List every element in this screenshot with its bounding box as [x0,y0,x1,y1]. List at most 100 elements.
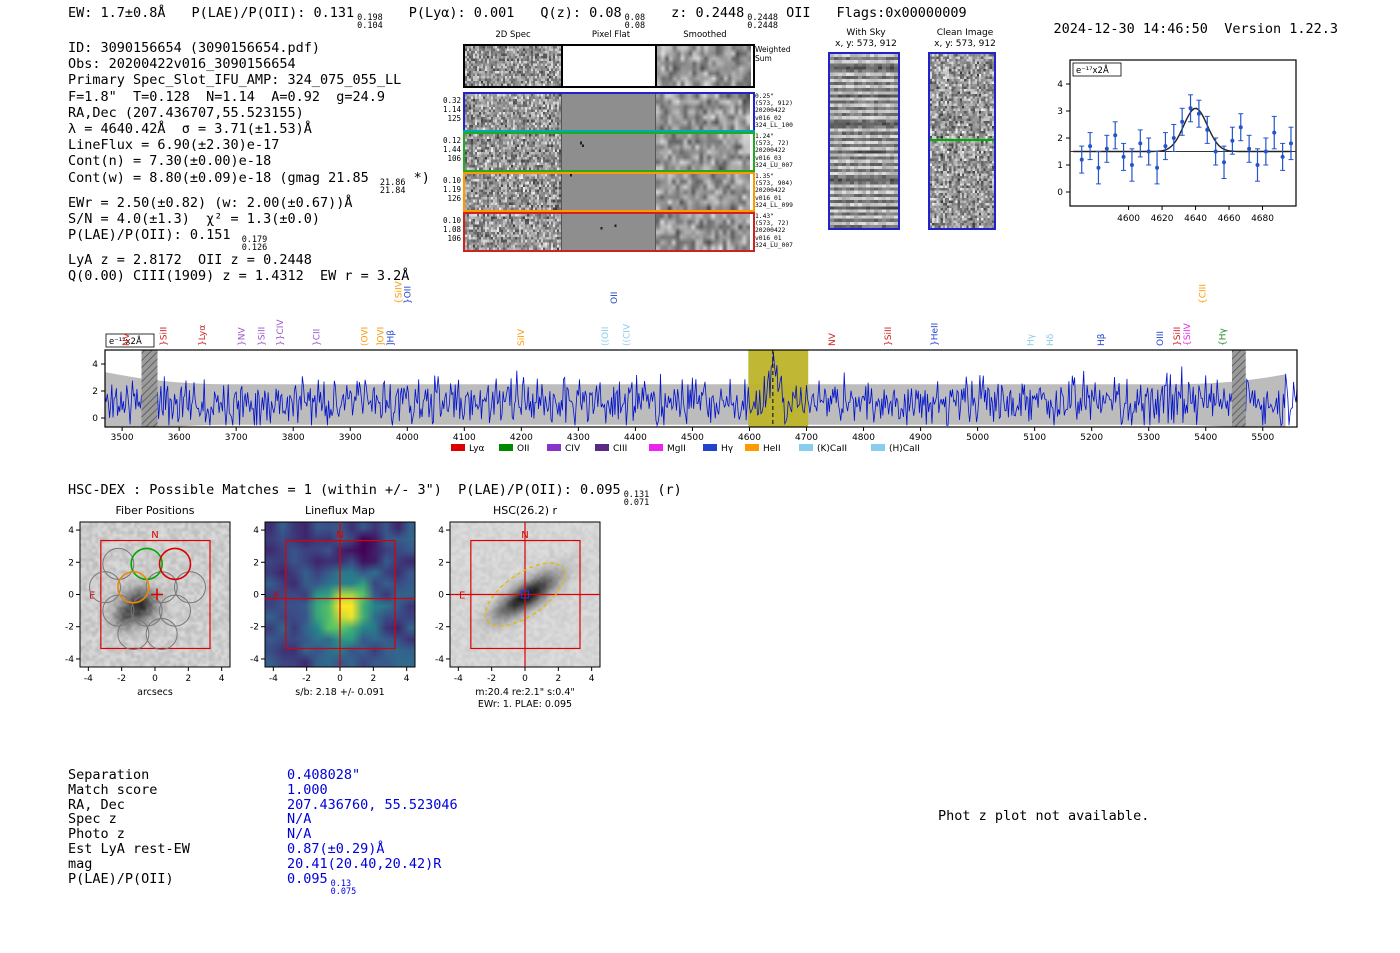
y-tick-label: -2 [435,623,444,633]
lineflux-map-cutout: Lineflux Map -4 -4 -2 -2 0 0 2 2 4 4 N Es/b: 2.18 +/… [243,502,418,732]
x-tick-label: 5400 [1194,433,1217,443]
fraction-lower: 0.126 [241,243,268,254]
match-table-row: mag 20.41(20.40,20.42)R [68,855,458,872]
x-tick-label: 4 [589,674,595,684]
fraction-lower: 0.104 [357,21,383,31]
with-sky-noise-image [830,54,898,228]
hsc-r-cutout-caption: m:20.4 re:2.1" s:0.4" [475,687,575,698]
match-table-row: Spec z N/A [68,812,458,827]
data-point [1155,165,1160,170]
x-tick-label: 3700 [225,433,248,443]
lineflux-map-cutout-title: Lineflux Map [305,504,375,517]
data-point [1272,130,1277,135]
x-tick-label: 4660 [1218,214,1241,224]
pixel-flat-image [562,174,655,210]
legend-label: CIII [613,444,627,454]
match-table-row: Separation 0.408028" [68,768,458,783]
data-point [1088,144,1093,149]
x-tick-label: 4640 [1184,214,1207,224]
legend-label: (H)CaII [889,444,920,454]
x-tick-label: 4400 [624,433,647,443]
line-fit-plot: 0 1 2 3 4 4600 4620 4640 4660 4680 e⁻¹⁷x2Å [1057,59,1297,224]
match-row-label: Separation [68,767,150,783]
with-sky-title: With Sky [846,28,886,38]
hsc-r-cutout: HSC(26.2) r -4 -4 -2 -2 0 0 2 2 4 4 N Em:20.4 re:2.1… [428,502,603,732]
x-tick-label: 3600 [168,433,191,443]
with-sky-coords: x, y: 573, 912 [835,39,897,49]
emission-line-label: ]Hβ [387,330,397,346]
pixel-flat-image [562,134,655,170]
stacked-fraction: 0.179 0.126 [241,236,268,254]
clean-image-coords: x, y: 573, 912 [934,39,996,49]
data-point [1263,149,1268,154]
x-tick-label: 4 [404,674,410,684]
spec2d-row-smoothed [656,94,750,130]
x-tick-label: 5200 [1080,433,1103,443]
y-tick-label: 2 [68,558,74,568]
spec2d-row [463,212,755,252]
legend-swatch [547,444,561,451]
line-fit-plot-frame [1069,59,1297,207]
x-tick-label: 3900 [339,433,362,443]
legend-label: HeII [763,444,781,454]
emission-line-label: }SiII [258,327,268,346]
x-tick-label: 5100 [1023,433,1046,443]
x-tick-label: 4600 [738,433,761,443]
data-point [1288,141,1293,146]
fiber-positions-cutout-caption: arcsecs [137,687,173,698]
smoothed-noise-image [656,94,750,130]
x-tick-label: 4300 [567,433,590,443]
x-tick-label: 4000 [396,433,419,443]
hsc-r-cutout-title: HSC(26.2) r [493,504,558,517]
legend-label: OII [517,444,529,454]
data-point [1280,154,1285,159]
ylabel-text: e⁻¹⁷x2Å [1076,64,1109,76]
weighted-smoothed-image [657,46,751,86]
match-row-value: 20.41(20.40,20.42)R [287,855,442,872]
2d-spec-noise-image [465,214,561,250]
emission-line-label: }Lyα [198,325,208,346]
2d-spec-noise-image [465,94,561,130]
spec2d-row-scale-labels: 0.12 1.44 106 [443,136,462,163]
emission-line-label: {Hγ [1219,328,1229,346]
y-tick-label: 4 [438,526,444,536]
x-tick-label: -2 [117,674,126,684]
x-tick-label: 4600 [1117,214,1140,224]
emission-line-label: OIII [1156,331,1166,346]
y-tick-label: 1 [1057,161,1063,171]
emission-line-label: {CIII [1199,284,1209,304]
emission-line-label: {SiIV [1183,322,1193,346]
spec2d-column-title: 2D Spec [495,30,531,40]
info-line: S/N = 4.0(±1.3) χ² = 1.3(±0.0) [68,210,320,227]
match-properties-table: Separation 0.408028" Match score 1.000 RA, D… [68,768,458,896]
data-point [1079,157,1084,162]
clean-image-green-line [930,139,994,141]
stacked-fraction: 0.13 0.075 [331,879,357,896]
spec2d-row-scale-labels: 0.10 1.08 106 [443,216,462,243]
fiber-positions-cutout: Fiber Positions -4 -4 -2 -2 0 0 2 2 4 4 N Earcsecs [58,502,233,732]
info-line: RA,Dec (207.436707,55.523155) [68,104,304,121]
legend-label: Lyα [469,444,485,454]
emission-line-label: ((CIV [623,323,633,346]
x-tick-label: 4200 [510,433,533,443]
x-tick-label: 4620 [1151,214,1174,224]
spec2d-row [463,92,755,132]
x-tick-label: 0 [522,674,528,684]
info-line: Primary Spec_Slot_IFU_AMP: 324_075_055_L… [68,72,402,89]
smoothed-noise-image [656,214,750,250]
spec2d-row-2dspec [465,94,562,130]
data-point [1121,154,1126,159]
y-tick-label: 0 [92,414,98,424]
header-stat: P(Lyα): 0.001 [408,5,515,21]
2d-spec-noise-image [465,174,561,210]
x-tick-label: 2 [185,674,191,684]
elixer-report-page: { "colors": { "value_blue": "#0000dd", "… [0,0,1400,953]
match-table-row: RA, Dec 207.436760, 55.523046 [68,797,458,813]
y-tick-label: -2 [65,623,74,633]
emission-line-label: NV [828,332,838,346]
emission-line-label: ((OII [601,327,611,346]
legend-swatch [595,444,609,451]
match-table-row: Match score 1.000 [68,782,458,798]
y-tick-label: 4 [92,360,98,370]
data-point [1138,141,1143,146]
